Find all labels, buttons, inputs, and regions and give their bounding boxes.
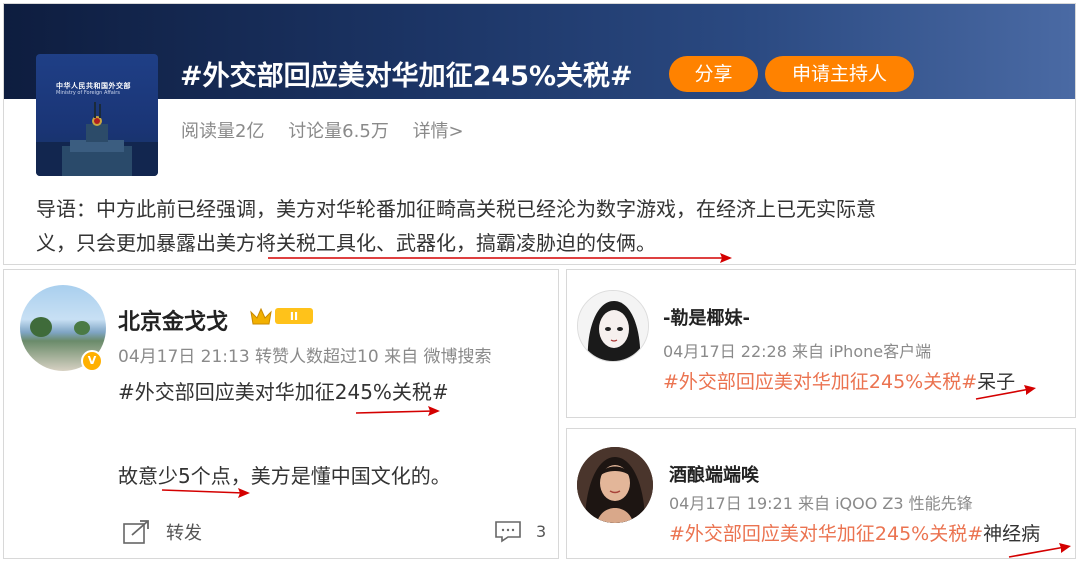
annotation-arrow [161, 488, 250, 498]
annotation-arrow [355, 406, 440, 416]
level-badge-text: II [290, 310, 298, 323]
topic-hashtag-link[interactable]: #外交部回应美对华加征245%关税# [118, 376, 449, 405]
topic-header-card: 中华人民共和国外交部 Ministry of Foreign Affairs #… [3, 3, 1076, 265]
comment-count: 3 [536, 521, 547, 541]
annotation-arrow [1008, 543, 1071, 558]
detail-link[interactable]: 详情> [413, 121, 464, 142]
user-name[interactable]: -勒是椰妹- [663, 304, 750, 330]
post-meta: 04月17日 22:28 来自 iPhone客户端 [663, 342, 932, 361]
reply-content: #外交部回应美对华加征245%关税#呆子 [663, 367, 1015, 394]
topic-avatar[interactable]: 中华人民共和国外交部 Ministry of Foreign Affairs [36, 54, 158, 176]
verified-badge-icon: V [81, 350, 103, 372]
podium-icon [36, 102, 158, 176]
discussion-count: 讨论量6.5万 [288, 121, 389, 142]
reply-content: #外交部回应美对华加征245%关税#神经病 [669, 519, 1040, 546]
guide-line-1: 导语：中方此前已经强调，美方对华轮番加征畸高关税已经沦为数字游戏，在经济上已无实… [36, 197, 876, 221]
topic-hashtag-link[interactable]: #外交部回应美对华加征245%关税# [669, 523, 983, 545]
repost-icon [123, 520, 149, 544]
topic-stats: 阅读量2亿 讨论量6.5万 详情> [181, 117, 482, 143]
comment-icon [495, 521, 521, 543]
post-card-reply-2: 酒酿端端唉 04月17日 19:21 来自 iQOO Z3 性能先锋 #外交部回… [566, 428, 1076, 559]
post-card-main: V 北京金戈戈 II 04月17日 21:13 转赞人数超过10 来自 微博搜索… [3, 269, 559, 559]
post-meta: 04月17日 19:21 来自 iQOO Z3 性能先锋 [669, 494, 973, 513]
share-button[interactable]: 分享 [669, 56, 758, 92]
post-card-reply-1: -勒是椰妹- 04月17日 22:28 来自 iPhone客户端 #外交部回应美… [566, 269, 1076, 418]
crown-level-badge-icon: II [250, 307, 313, 325]
read-count: 阅读量2亿 [181, 121, 265, 142]
portrait-photo-icon [577, 447, 653, 523]
user-name[interactable]: 北京金戈戈 [118, 304, 228, 336]
post-meta: 04月17日 21:13 转赞人数超过10 来自 微博搜索 [118, 347, 492, 367]
user-avatar[interactable] [577, 290, 649, 362]
anime-portrait-icon [578, 291, 648, 361]
annotation-arrow [975, 385, 1036, 400]
topic-title[interactable]: #外交部回应美对华加征245%关税# [180, 54, 633, 93]
repost-label: 转发 [166, 523, 202, 544]
user-avatar[interactable] [577, 447, 653, 523]
topic-hashtag-link[interactable]: #外交部回应美对华加征245%关税# [663, 371, 977, 393]
apply-host-button[interactable]: 申请主持人 [765, 56, 914, 92]
comment-button[interactable]: 3 [494, 519, 546, 543]
user-name[interactable]: 酒酿端端唉 [669, 461, 759, 487]
repost-button[interactable]: 转发 [122, 519, 202, 545]
annotation-arrow [268, 253, 732, 263]
